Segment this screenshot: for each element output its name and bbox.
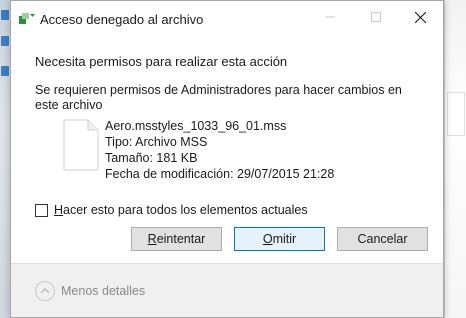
skip-label-rest: mitir bbox=[272, 232, 297, 246]
chevron-up-glyph bbox=[40, 288, 50, 294]
apply-to-all-checkbox[interactable] bbox=[35, 203, 48, 217]
window-title: Acceso denegado al archivo bbox=[40, 12, 204, 27]
skip-button[interactable]: Omitir bbox=[234, 227, 325, 251]
file-name: Aero.msstyles_1033_96_01.mss bbox=[105, 119, 287, 133]
content-text: Se requieren permisos de Administradores… bbox=[35, 83, 402, 112]
minimize-icon bbox=[325, 16, 335, 18]
title-bar[interactable]: Acceso denegado al archivo bbox=[11, 1, 443, 33]
close-button[interactable] bbox=[397, 1, 443, 33]
retry-mnemonic: R bbox=[147, 232, 157, 246]
close-icon bbox=[414, 11, 426, 23]
background-window-fragment bbox=[447, 92, 465, 136]
desktop-window-edge bbox=[1, 36, 9, 46]
minimize-button[interactable] bbox=[307, 1, 353, 33]
desktop-window-edge bbox=[1, 10, 9, 20]
skip-mnemonic: O bbox=[262, 232, 273, 246]
checkbox-label-rest: acer esto para todos los elementos actua… bbox=[63, 203, 308, 217]
file-modified-date: Fecha de modificación: 29/07/2015 21:28 bbox=[105, 167, 335, 181]
checkbox-mnemonic: H bbox=[54, 203, 64, 217]
desktop-background-right bbox=[444, 0, 466, 318]
apply-to-all-label[interactable]: Hacer esto para todos los elementos actu… bbox=[54, 203, 308, 217]
cancel-button[interactable]: Cancelar bbox=[337, 227, 428, 251]
fewer-details-toggle[interactable]: Menos detalles bbox=[35, 280, 145, 302]
file-type: Tipo: Archivo MSS bbox=[105, 135, 208, 149]
file-details: Aero.msstyles_1033_96_01.mss Tipo: Archi… bbox=[105, 118, 334, 182]
retry-label-rest: eintentar bbox=[156, 232, 206, 246]
dialog-footer: Menos detalles bbox=[11, 263, 443, 317]
chevron-up-icon bbox=[35, 281, 55, 301]
file-size: Tamaño: 181 KB bbox=[105, 151, 198, 165]
desktop-background-left bbox=[0, 0, 10, 318]
apply-to-all-checkbox-row[interactable]: Hacer esto para todos los elementos actu… bbox=[35, 202, 308, 218]
retry-button[interactable]: Reintentar bbox=[131, 227, 222, 251]
maximize-button[interactable] bbox=[353, 1, 399, 33]
desktop-window-edge bbox=[1, 66, 9, 76]
access-denied-dialog: Acceso denegado al archivo Necesita perm… bbox=[10, 0, 444, 318]
file-operation-icon bbox=[19, 13, 35, 24]
maximize-icon bbox=[371, 12, 381, 22]
fewer-details-label: Menos detalles bbox=[61, 284, 146, 298]
main-instruction: Necesita permisos para realizar esta acc… bbox=[35, 54, 288, 69]
file-icon bbox=[63, 119, 99, 171]
